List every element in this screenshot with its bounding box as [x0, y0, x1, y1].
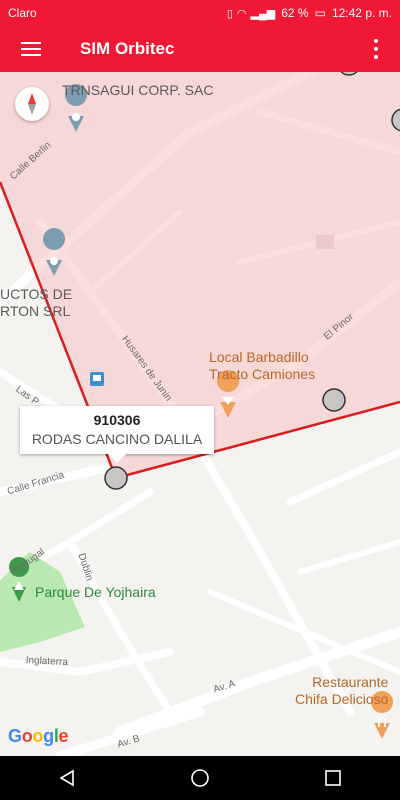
- road-minor-4: [297, 539, 400, 575]
- place-label[interactable]: Local Barbadillo Tracto Camiones: [209, 349, 315, 383]
- street-label: Inglaterra: [25, 655, 69, 669]
- menu-button[interactable]: [0, 26, 62, 72]
- compass-icon: [28, 93, 36, 115]
- more-dot-icon: [374, 55, 378, 59]
- battery-level: 62 %: [281, 6, 309, 20]
- place-label[interactable]: Restaurante Chifa Delicioso: [295, 674, 388, 708]
- place-label-line: Tracto Camiones: [209, 366, 316, 382]
- place-label-line: Restaurante: [312, 674, 389, 690]
- back-button[interactable]: [47, 756, 87, 800]
- transit-stop-icon: [90, 372, 104, 386]
- hamburger-icon: [21, 42, 41, 56]
- info-window-id: 910306: [93, 412, 141, 428]
- place-label[interactable]: Parque De Yojhaira: [35, 584, 156, 601]
- status-right: ▯ ◠ ▂▄▆ 62 % ▭ 12:42 p. m.: [227, 6, 392, 20]
- place-label[interactable]: TRNSAGUI CORP. SAC: [62, 82, 213, 99]
- zone-vertex-marker: [322, 388, 346, 412]
- place-label-line: RTON SRL: [0, 303, 71, 319]
- google-logo: Google: [8, 726, 69, 746]
- more-dot-icon: [374, 39, 378, 43]
- info-window[interactable]: 910306 RODAS CANCINO DALILA: [20, 406, 214, 463]
- place-label-line: Chifa Delicioso: [295, 691, 389, 707]
- system-nav-bar: [0, 756, 400, 800]
- zone-vertex-marker: [104, 466, 128, 490]
- battery-icon: ▭: [314, 6, 326, 20]
- more-dot-icon: [374, 47, 378, 51]
- app-title: SIM Orbitec: [80, 39, 175, 58]
- signal-icon: ▂▄▆: [250, 7, 276, 20]
- vibrate-icon: ▯: [226, 7, 233, 20]
- place-label-line: UCTOS DE: [0, 286, 73, 302]
- road-av-b: [55, 707, 205, 756]
- more-options-button[interactable]: [364, 39, 388, 59]
- recents-icon: [325, 770, 342, 786]
- carrier-label: Claro: [8, 6, 37, 20]
- place-label-line: Local Barbadillo: [209, 349, 309, 365]
- wifi-icon: ◠: [236, 7, 247, 20]
- back-icon: [59, 769, 74, 787]
- status-bar: Claro ▯ ◠ ▂▄▆ 62 % ▭ 12:42 p. m.: [0, 0, 400, 26]
- home-icon: [191, 769, 209, 787]
- place-label-line: TRNSAGUI CORP. SAC: [62, 82, 214, 98]
- info-window-name: RODAS CANCINO DALILA: [31, 431, 203, 447]
- clock: 12:42 p. m.: [331, 6, 392, 20]
- map-view[interactable]: Calle Berlin Husares de Junin El Pinor L…: [0, 72, 400, 756]
- recents-button[interactable]: [313, 756, 353, 800]
- place-label-line: Parque De Yojhaira: [35, 584, 156, 600]
- compass-button[interactable]: [15, 87, 49, 121]
- app-bar: SIM Orbitec: [0, 26, 400, 72]
- place-label[interactable]: UCTOS DE RTON SRL: [0, 286, 72, 320]
- road-minor-3: [286, 448, 400, 506]
- status-icons: ▯ ◠ ▂▄▆: [227, 7, 275, 20]
- home-button[interactable]: [180, 756, 220, 800]
